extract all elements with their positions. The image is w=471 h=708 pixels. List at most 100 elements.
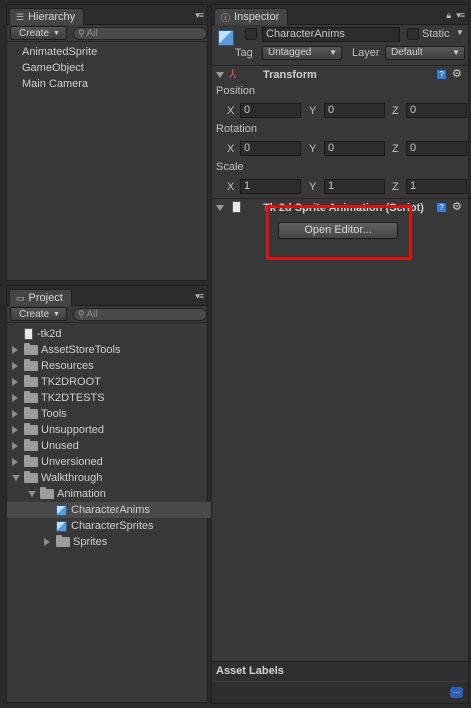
folder-icon <box>56 535 70 547</box>
project-item-label: CharacterAnims <box>71 504 150 516</box>
hierarchy-item-main-camera[interactable]: Main Camera <box>7 76 207 92</box>
tab-inspector[interactable]: ⓘ Inspector <box>214 8 289 25</box>
expand-arrow-icon[interactable] <box>12 378 24 386</box>
project-item[interactable]: Unused <box>7 438 213 454</box>
expand-arrow-icon[interactable] <box>12 458 24 466</box>
rotation-y-label: Y <box>309 143 317 155</box>
project-tab-label: Project <box>28 292 63 304</box>
chevron-down-icon: ▼ <box>329 48 337 57</box>
panel-menu-icon[interactable]: ▾≡ <box>456 10 465 21</box>
expand-arrow-icon[interactable] <box>12 442 24 450</box>
folder-icon <box>24 391 38 403</box>
rotation-x-field[interactable]: 0 <box>240 141 301 156</box>
panel-menu-icon[interactable]: ▾≡ <box>195 10 204 21</box>
expand-arrow-icon[interactable] <box>12 362 24 370</box>
static-dropdown-icon[interactable]: ▼ <box>456 28 464 37</box>
position-y-field[interactable]: 0 <box>324 103 385 118</box>
expand-arrow-icon[interactable] <box>12 394 24 402</box>
sprite-anim-foldout-icon[interactable] <box>216 205 224 211</box>
project-item[interactable]: TK2DTESTS <box>7 390 213 406</box>
active-checkbox[interactable] <box>245 28 257 40</box>
project-item[interactable]: AssetStoreTools <box>7 342 213 358</box>
expand-arrow-icon[interactable] <box>12 346 24 354</box>
project-toolbar: Create ▼ ⚲ All <box>7 306 207 323</box>
chevron-down-icon: ▼ <box>53 29 60 37</box>
divider <box>212 65 468 66</box>
hierarchy-tab-label: Hierarchy <box>28 11 76 23</box>
search-icon: ⚲ <box>77 27 85 38</box>
layer-value: Default <box>391 47 423 58</box>
search-placeholder: All <box>86 308 98 320</box>
position-z-field[interactable]: 0 <box>406 103 467 118</box>
static-checkbox[interactable] <box>407 28 419 40</box>
hierarchy-list: AnimatedSprite GameObject Main Camera <box>7 42 207 92</box>
project-item-label: Resources <box>41 360 94 372</box>
layer-dropdown[interactable]: Default ▼ <box>385 46 465 60</box>
project-item-label: Animation <box>57 488 106 500</box>
asset-labels-button[interactable]: ... <box>450 687 463 698</box>
gear-icon[interactable]: ⚙ <box>452 67 462 80</box>
asset-labels-area: ... <box>212 682 468 703</box>
project-item[interactable]: Animation <box>7 486 213 502</box>
help-icon[interactable]: ? <box>436 69 447 80</box>
inspector-panel: ⓘ Inspector 🔒︎ ▾≡ CharacterAnims Static … <box>211 4 469 704</box>
project-create-button[interactable]: Create ▼ <box>10 307 67 321</box>
tag-dropdown[interactable]: Untagged ▼ <box>262 46 342 60</box>
folder-icon <box>24 471 38 483</box>
tab-project[interactable]: ▭ Project <box>9 289 72 306</box>
project-item-label: TK2DTESTS <box>41 392 105 404</box>
expand-arrow-icon[interactable] <box>12 426 24 434</box>
rotation-z-label: Z <box>392 143 399 155</box>
expand-arrow-icon[interactable] <box>12 410 24 418</box>
collapse-arrow-icon[interactable] <box>28 491 40 497</box>
gear-icon[interactable]: ⚙ <box>452 200 462 213</box>
rotation-x-label: X <box>227 143 235 155</box>
expand-arrow-icon[interactable] <box>44 538 56 546</box>
help-icon[interactable]: ? <box>436 202 447 213</box>
transform-foldout-icon[interactable] <box>216 72 224 78</box>
scale-z-field[interactable]: 1 <box>406 179 467 194</box>
project-item[interactable]: TK2DROOT <box>7 374 213 390</box>
hierarchy-search-input[interactable]: ⚲ All <box>72 26 207 40</box>
project-item[interactable]: CharacterSprites <box>7 518 213 534</box>
project-item[interactable]: Tools <box>7 406 213 422</box>
create-label: Create <box>19 27 50 39</box>
hierarchy-item-animatedsprite[interactable]: AnimatedSprite <box>7 44 207 60</box>
project-tree: -tk2d AssetStoreTools Resources TK2DROOT TK2… <box>7 323 213 683</box>
file-icon <box>24 328 33 340</box>
rotation-label: Rotation <box>216 123 257 135</box>
project-item-label: Walkthrough <box>41 472 103 484</box>
rotation-y-field[interactable]: 0 <box>324 141 385 156</box>
collapse-arrow-icon[interactable] <box>12 475 24 481</box>
scale-x-field[interactable]: 1 <box>240 179 301 194</box>
layer-label: Layer <box>352 47 380 59</box>
project-item[interactable]: Walkthrough <box>7 470 213 486</box>
tab-hierarchy[interactable]: ☰ Hierarchy <box>9 8 85 25</box>
hierarchy-item-gameobject[interactable]: GameObject <box>7 60 207 76</box>
project-panel: ▭ Project ▾≡ Create ▼ ⚲ All -tk2d AssetSt… <box>6 285 213 703</box>
project-item[interactable]: -tk2d <box>7 326 213 342</box>
object-name-field[interactable]: CharacterAnims <box>262 27 400 42</box>
project-item[interactable]: Unversioned <box>7 454 213 470</box>
project-item[interactable]: Resources <box>7 358 213 374</box>
info-icon: ⓘ <box>221 12 231 23</box>
open-editor-button[interactable]: Open Editor... <box>278 222 398 239</box>
project-item[interactable]: Sprites <box>7 534 213 550</box>
folder-icon <box>24 407 38 419</box>
rotation-z-field[interactable]: 0 <box>406 141 467 156</box>
scale-y-field[interactable]: 1 <box>324 179 385 194</box>
panel-menu-icon[interactable]: ▾≡ <box>195 291 204 302</box>
folder-tab-icon: ▭ <box>16 292 25 303</box>
lock-icon[interactable]: 🔒︎ <box>446 10 451 21</box>
project-search-input[interactable]: ⚲ All <box>72 307 207 321</box>
divider <box>212 198 468 199</box>
project-item[interactable]: CharacterAnims <box>7 502 213 518</box>
hierarchy-create-button[interactable]: Create ▼ <box>10 26 67 40</box>
position-x-field[interactable]: 0 <box>240 103 301 118</box>
project-item-label: AssetStoreTools <box>41 344 121 356</box>
sprite-anim-title: Tk 2d Sprite Animation (Script) <box>263 202 424 214</box>
inspector-tabbar: ⓘ Inspector 🔒︎ ▾≡ <box>212 5 468 25</box>
asset-labels-bar: Asset Labels <box>212 661 468 681</box>
project-item-label: -tk2d <box>37 328 62 340</box>
project-item[interactable]: Unsupported <box>7 422 213 438</box>
